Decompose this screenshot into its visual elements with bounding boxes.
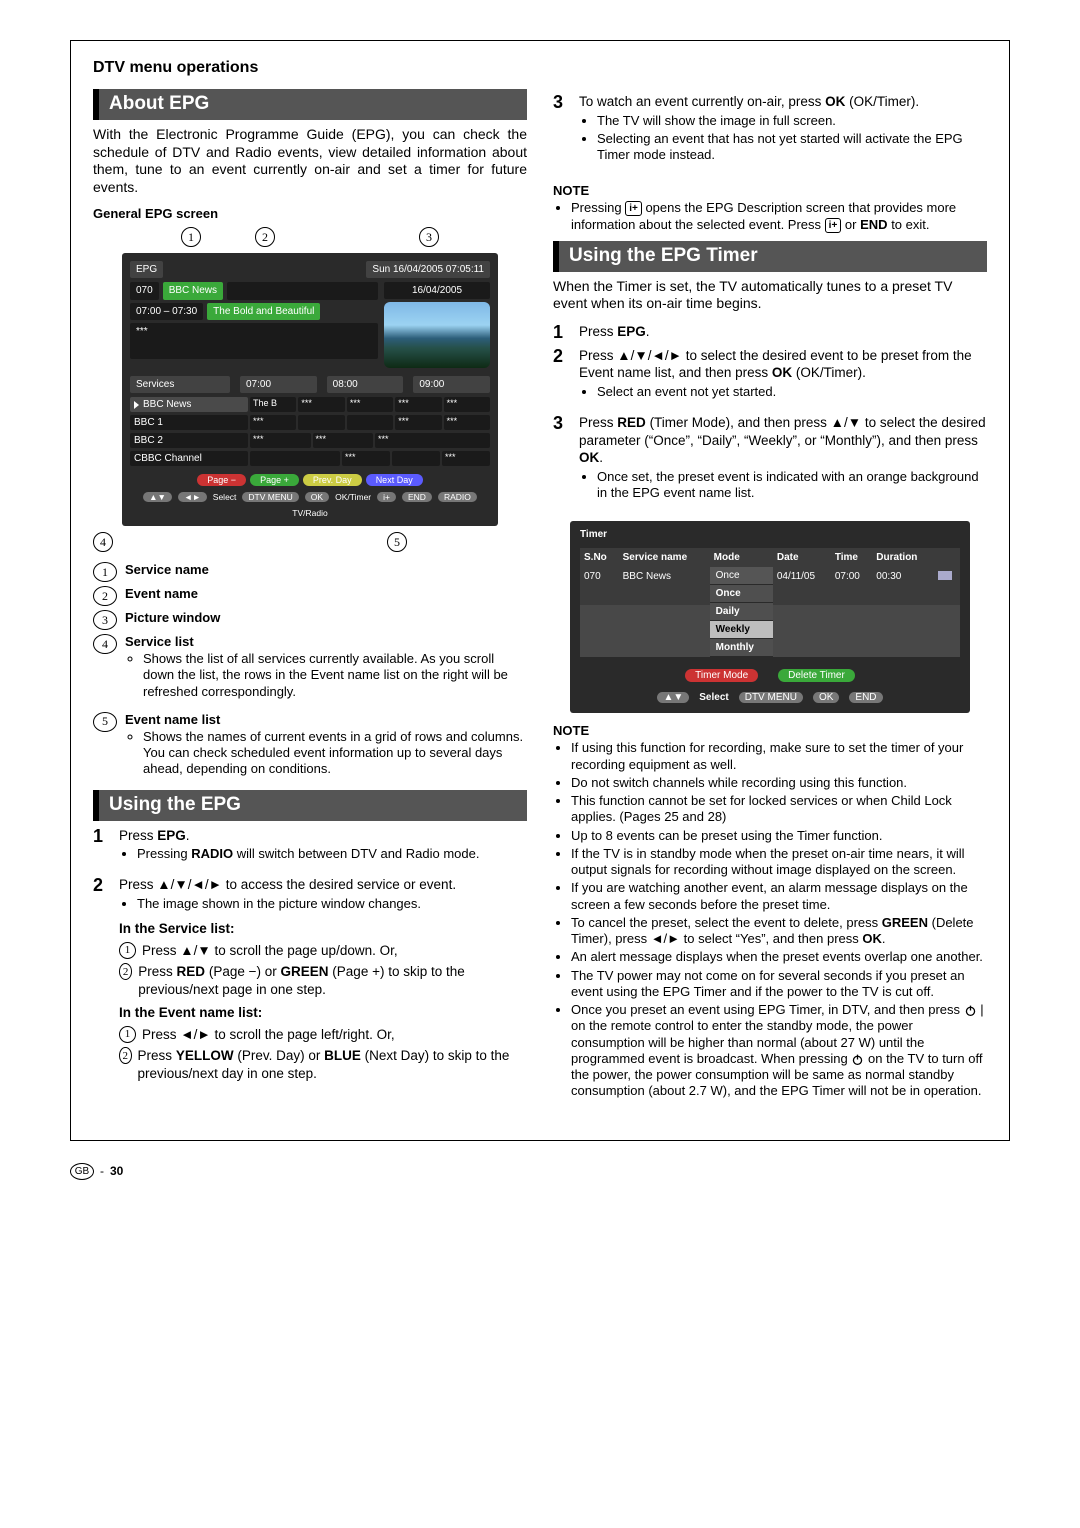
- epg-datetime: Sun 16/04/2005 07:05:11: [366, 261, 490, 278]
- epg-sched-date: 16/04/2005: [384, 282, 490, 299]
- epg-event-more: ***: [130, 323, 378, 359]
- timer-screen-mockup: Timer S.No Service name Mode Date Time D…: [570, 521, 970, 713]
- callout-1: 1: [181, 227, 201, 247]
- right-column: 3 To watch an event currently on-air, pr…: [553, 89, 987, 1108]
- info-plus-icon: i+: [625, 201, 642, 216]
- callout-3: 3: [419, 227, 439, 247]
- row-bbc-news: BBC News: [130, 397, 248, 412]
- callouts-top: 1 2 3: [93, 227, 527, 247]
- col-h1: 07:00: [240, 376, 317, 393]
- nav-prev-day: Prev. Day: [303, 474, 362, 486]
- nav-next-day: Next Day: [366, 474, 423, 486]
- page-number: GB - 30: [70, 1163, 1010, 1180]
- epg-picture-window: [384, 302, 490, 368]
- epg-legend: 1Service name 2Event name 3Picture windo…: [93, 562, 527, 786]
- epg-timer-intro: When the Timer is set, the TV automatica…: [553, 278, 987, 313]
- page-section-title: DTV menu operations: [93, 59, 987, 77]
- epg-label: EPG: [130, 261, 163, 278]
- power-icon: [851, 1053, 864, 1066]
- btn-timer-mode: Timer Mode: [685, 669, 758, 682]
- callout-4: 4: [93, 532, 113, 552]
- callouts-bottom: 4 5: [93, 532, 527, 552]
- left-column: About EPG With the Electronic Programme …: [93, 89, 527, 1108]
- col-services: Services: [130, 376, 230, 393]
- using-epg-steps: 1 Press EPG. Pressing RADIO will switch …: [93, 827, 527, 1083]
- info-plus-icon: i+: [825, 218, 842, 233]
- epg-channel-no: 070: [130, 282, 159, 300]
- epg-event-title: The Bold and Beautiful: [207, 303, 320, 320]
- col-h3: 09:00: [413, 376, 490, 393]
- callout-2: 2: [255, 227, 275, 247]
- epg-timer-steps: 1Press EPG. 2 Press ▲/▼/◄/► to select th…: [553, 323, 987, 509]
- general-epg-screen-label: General EPG screen: [93, 206, 527, 221]
- using-epg-heading: Using the EPG: [93, 790, 527, 821]
- timer-entry-indicator-icon: [938, 571, 952, 580]
- row-bbc1: BBC 1: [130, 415, 248, 430]
- epg-timer-heading: Using the EPG Timer: [553, 241, 987, 272]
- nav-page-plus: Page +: [250, 474, 299, 486]
- row-bbc2: BBC 2: [130, 433, 248, 448]
- note2-list: If using this function for recording, ma…: [553, 740, 987, 1099]
- epg-screen-mockup: EPG Sun 16/04/2005 07:05:11 070 BBC News: [122, 253, 498, 526]
- note1-head: NOTE: [553, 183, 987, 198]
- col-h2: 08:00: [327, 376, 404, 393]
- hint-ud-icon: ▲▼: [657, 692, 689, 703]
- btn-delete-timer: Delete Timer: [778, 669, 855, 682]
- about-epg-intro: With the Electronic Programme Guide (EPG…: [93, 126, 527, 196]
- hint-ud-icon: ▲▼: [143, 492, 172, 502]
- row-cbbc: CBBC Channel: [130, 451, 248, 466]
- epg-channel-name: BBC News: [163, 282, 223, 300]
- note2-head: NOTE: [553, 723, 987, 738]
- nav-page-minus: Page −: [197, 474, 246, 486]
- hint-lr-icon: ◄►: [178, 492, 207, 502]
- power-icon: [964, 1004, 977, 1017]
- callout-5: 5: [387, 532, 407, 552]
- epg-timeslot: 07:00 – 07:30: [130, 303, 203, 320]
- about-epg-heading: About EPG: [93, 89, 527, 120]
